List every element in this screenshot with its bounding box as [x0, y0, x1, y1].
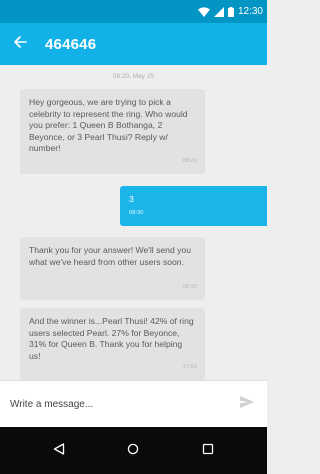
system-nav-bar [0, 427, 267, 474]
square-recent-icon [202, 442, 214, 460]
send-button[interactable] [237, 394, 257, 414]
conversation-title: 464646 [45, 35, 97, 53]
incoming-message: Thank you for your answer! We'll send yo… [20, 237, 205, 300]
incoming-message: Hey gorgeous, we are trying to pick a ce… [20, 89, 205, 174]
signal-icon [213, 6, 224, 17]
date-separator: 08:20, May 25 [112, 73, 155, 80]
status-time: 12:30 [237, 6, 263, 17]
message-input[interactable] [10, 394, 210, 414]
circle-home-icon [127, 442, 139, 460]
message-composer [0, 380, 267, 427]
message-time: 08:30 [129, 209, 144, 216]
wifi-icon [197, 6, 210, 17]
message-time: 08:20 [182, 158, 197, 165]
message-thread[interactable]: 08:20, May 25 Hey gorgeous, we are tryin… [0, 65, 267, 380]
nav-home-button[interactable] [118, 436, 148, 466]
nav-back-button[interactable] [44, 436, 74, 466]
battery-icon [227, 6, 234, 17]
app-bar: 464646 [0, 23, 267, 65]
triangle-back-icon [53, 442, 65, 460]
message-time: 08:32 [182, 284, 197, 291]
nav-recent-button[interactable] [193, 436, 223, 466]
incoming-message: And the winner is...Pearl Thusi! 42% of … [20, 308, 205, 380]
back-button[interactable] [0, 23, 40, 65]
status-bar: 12:30 [0, 0, 267, 23]
outgoing-message: 3 08:30 [120, 186, 267, 226]
message-text: And the winner is...Pearl Thusi! 42% of … [29, 316, 194, 361]
message-text: Hey gorgeous, we are trying to pick a ce… [29, 97, 188, 154]
arrow-back-icon [13, 35, 27, 54]
message-text: 3 [129, 194, 134, 204]
message-time: 17:53 [182, 364, 197, 371]
send-icon [240, 395, 254, 413]
message-text: Thank you for your answer! We'll send yo… [29, 245, 191, 267]
